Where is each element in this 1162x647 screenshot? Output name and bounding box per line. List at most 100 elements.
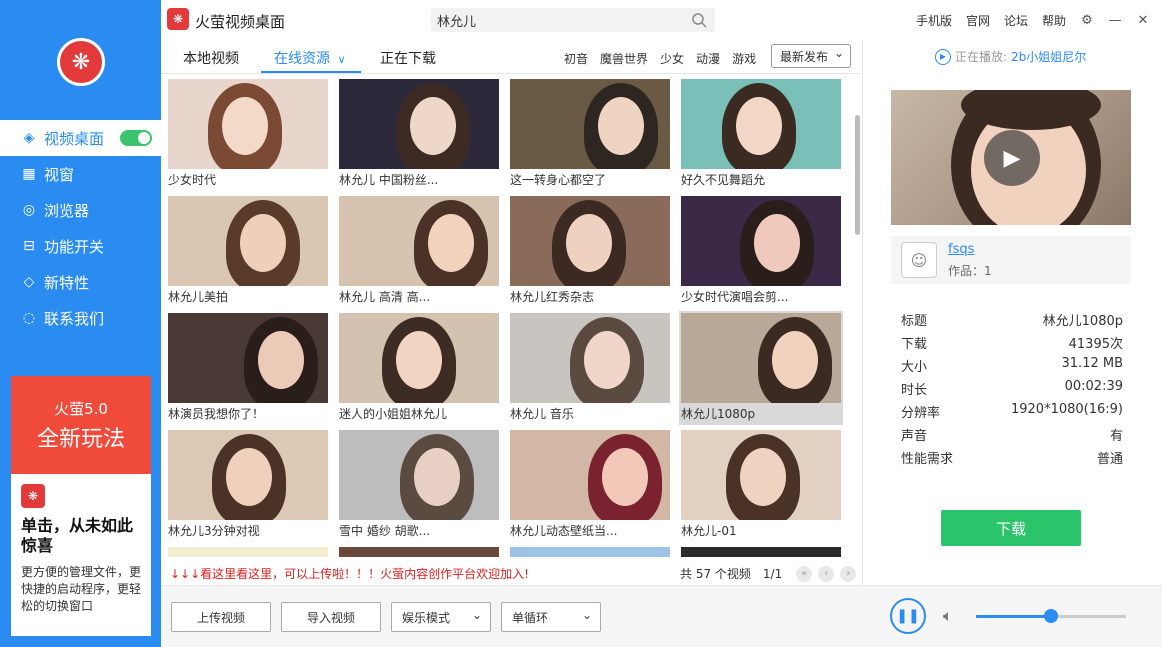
gear-icon[interactable]: ⚙	[1080, 13, 1094, 28]
sidebar-item-window[interactable]: ▦ 视窗	[0, 156, 161, 192]
video-card[interactable]: 这一转身心都空了	[510, 79, 670, 189]
tab-local-videos[interactable]: 本地视频	[183, 48, 239, 68]
video-thumbnail[interactable]	[681, 313, 841, 403]
detail-row: 分辨率 1920*1080(16:9)	[901, 402, 1123, 425]
promo-header: 火萤5.0 全新玩法	[11, 376, 151, 474]
video-thumbnail[interactable]	[168, 430, 328, 520]
avatar[interactable]: ☺	[901, 242, 937, 278]
import-video-button[interactable]: 导入视频	[281, 602, 381, 632]
video-thumbnail-partial[interactable]	[681, 547, 841, 557]
video-thumbnail[interactable]	[168, 196, 328, 286]
video-thumbnail[interactable]	[681, 196, 841, 286]
link-forum[interactable]: 论坛	[1004, 12, 1028, 29]
sidebar-item-new-features[interactable]: ◇ 新特性	[0, 264, 161, 300]
video-thumbnail[interactable]	[339, 313, 499, 403]
detail-row: 声音 有	[901, 425, 1123, 448]
link-official-site[interactable]: 官网	[966, 12, 990, 29]
upload-video-button[interactable]: 上传视频	[171, 602, 271, 632]
video-card[interactable]: 林允儿美拍	[168, 196, 328, 306]
video-card[interactable]: 林演员我想你了！	[168, 313, 328, 423]
category-warcraft[interactable]: 魔兽世界	[600, 50, 648, 67]
video-thumbnail[interactable]	[339, 430, 499, 520]
detail-row: 性能需求 普通	[901, 448, 1123, 471]
video-thumbnail[interactable]	[510, 430, 670, 520]
volume-knob[interactable]	[1044, 609, 1058, 623]
video-thumbnail-partial[interactable]	[339, 547, 499, 557]
next-page-icon[interactable]: ›	[840, 565, 857, 582]
sidebar-item-browser[interactable]: ◎ 浏览器	[0, 192, 161, 228]
video-thumbnail[interactable]	[510, 79, 670, 169]
upload-notice[interactable]: ↓↓↓看这里看这里，可以上传啦！！！火萤内容创作平台欢迎加入!	[170, 565, 529, 582]
detail-value: 00:02:39	[1064, 379, 1123, 394]
volume-icon[interactable]: 🔈︎	[943, 606, 963, 626]
grid-scrollbar[interactable]	[855, 115, 860, 235]
video-thumbnail[interactable]	[168, 79, 328, 169]
pause-icon: ❚❚	[896, 608, 920, 624]
video-card[interactable]: 林允儿 中国粉丝...	[339, 79, 499, 189]
pause-button[interactable]: ❚❚	[890, 598, 926, 634]
first-page-icon[interactable]: «	[796, 565, 813, 582]
mode-select[interactable]: 娱乐模式	[391, 602, 491, 632]
play-icon[interactable]: ▶	[984, 130, 1040, 186]
download-button[interactable]: 下载	[941, 510, 1081, 546]
video-card[interactable]: 林允儿1080p	[679, 311, 843, 425]
category-chuyin[interactable]: 初音	[564, 50, 588, 67]
minimize-icon[interactable]: —	[1108, 13, 1122, 28]
video-desktop-icon: ◈	[23, 130, 35, 146]
video-card[interactable]: 雪中 婚纱 胡歌...	[339, 430, 499, 540]
video-thumbnail-partial[interactable]	[510, 547, 670, 557]
video-card[interactable]: 林允儿动态壁纸当...	[510, 430, 670, 540]
video-desktop-toggle[interactable]	[120, 130, 153, 146]
search-input[interactable]: 林允儿	[431, 8, 715, 32]
video-thumbnail[interactable]	[681, 430, 841, 520]
author-name[interactable]: fsqs	[948, 242, 974, 257]
tab-label: 在线资源	[274, 51, 330, 67]
sidebar-item-label: 视窗	[44, 165, 75, 184]
video-card[interactable]: 林允儿3分钟对视	[168, 430, 328, 540]
loop-select[interactable]: 单循环	[501, 602, 601, 632]
link-help[interactable]: 帮助	[1042, 12, 1066, 29]
video-card[interactable]: 林允儿 音乐	[510, 313, 670, 423]
sidebar-item-feature-switch[interactable]: ⊟ 功能开关	[0, 228, 161, 264]
promo-banner[interactable]: 火萤5.0 全新玩法 ❋ 单击，从未如此惊喜 更方便的管理文件，更快捷的启动程序…	[11, 376, 151, 636]
link-mobile[interactable]: 手机版	[916, 12, 952, 29]
tab-online-resources[interactable]: 在线资源 ∨	[274, 48, 346, 68]
browser-icon: ◎	[22, 202, 36, 218]
title-bar: ❋ 火萤视频桌面 林允儿 手机版 官网 论坛 帮助 ⚙ — ✕	[161, 0, 1162, 40]
detail-value: 林允儿1080p	[1042, 314, 1123, 329]
category-games[interactable]: 游戏	[732, 50, 756, 67]
video-card[interactable]: 林允儿红秀杂志	[510, 196, 670, 306]
sidebar-item-video-desktop[interactable]: ◈ 视频桌面	[0, 120, 161, 156]
bulb-icon: ◇	[23, 274, 35, 290]
video-card[interactable]: 好久不见舞蹈允	[681, 79, 841, 189]
video-thumbnail[interactable]	[339, 79, 499, 169]
video-thumbnail[interactable]	[168, 313, 328, 403]
video-card[interactable]: 林允儿 高清 高...	[339, 196, 499, 306]
video-card[interactable]: 少女时代演唱会剪...	[681, 196, 841, 306]
thumbnail-face	[754, 214, 800, 272]
video-card[interactable]: 迷人的小姐姐林允儿	[339, 313, 499, 423]
now-playing-title[interactable]: 2b小姐姐尼尔	[1011, 48, 1086, 65]
category-girls[interactable]: 少女	[660, 50, 684, 67]
pager-page: 1/1	[762, 566, 783, 581]
firefly-logo-icon: ❋	[57, 38, 105, 86]
video-thumbnail[interactable]	[681, 79, 841, 169]
video-preview[interactable]: ▶	[891, 90, 1131, 225]
thumbnail-face	[240, 214, 286, 272]
sidebar-item-contact[interactable]: ◌ 联系我们	[0, 300, 161, 336]
video-thumbnail[interactable]	[339, 196, 499, 286]
sort-select[interactable]: 最新发布	[771, 44, 851, 68]
search-icon[interactable]	[691, 12, 707, 28]
volume-slider[interactable]	[976, 609, 1126, 623]
video-thumbnail[interactable]	[510, 196, 670, 286]
prev-page-icon[interactable]: ‹	[818, 565, 835, 582]
video-thumbnail[interactable]	[510, 313, 670, 403]
video-thumbnail-partial[interactable]	[168, 547, 328, 557]
video-card[interactable]: 林允儿-01	[681, 430, 841, 540]
video-card[interactable]: 少女时代	[168, 79, 328, 189]
tab-downloading[interactable]: 正在下载	[380, 48, 436, 68]
detail-row: 大小 31.12 MB	[901, 356, 1123, 379]
chevron-down-icon: ∨	[337, 53, 346, 66]
close-icon[interactable]: ✕	[1136, 13, 1150, 28]
category-anime[interactable]: 动漫	[696, 50, 720, 67]
